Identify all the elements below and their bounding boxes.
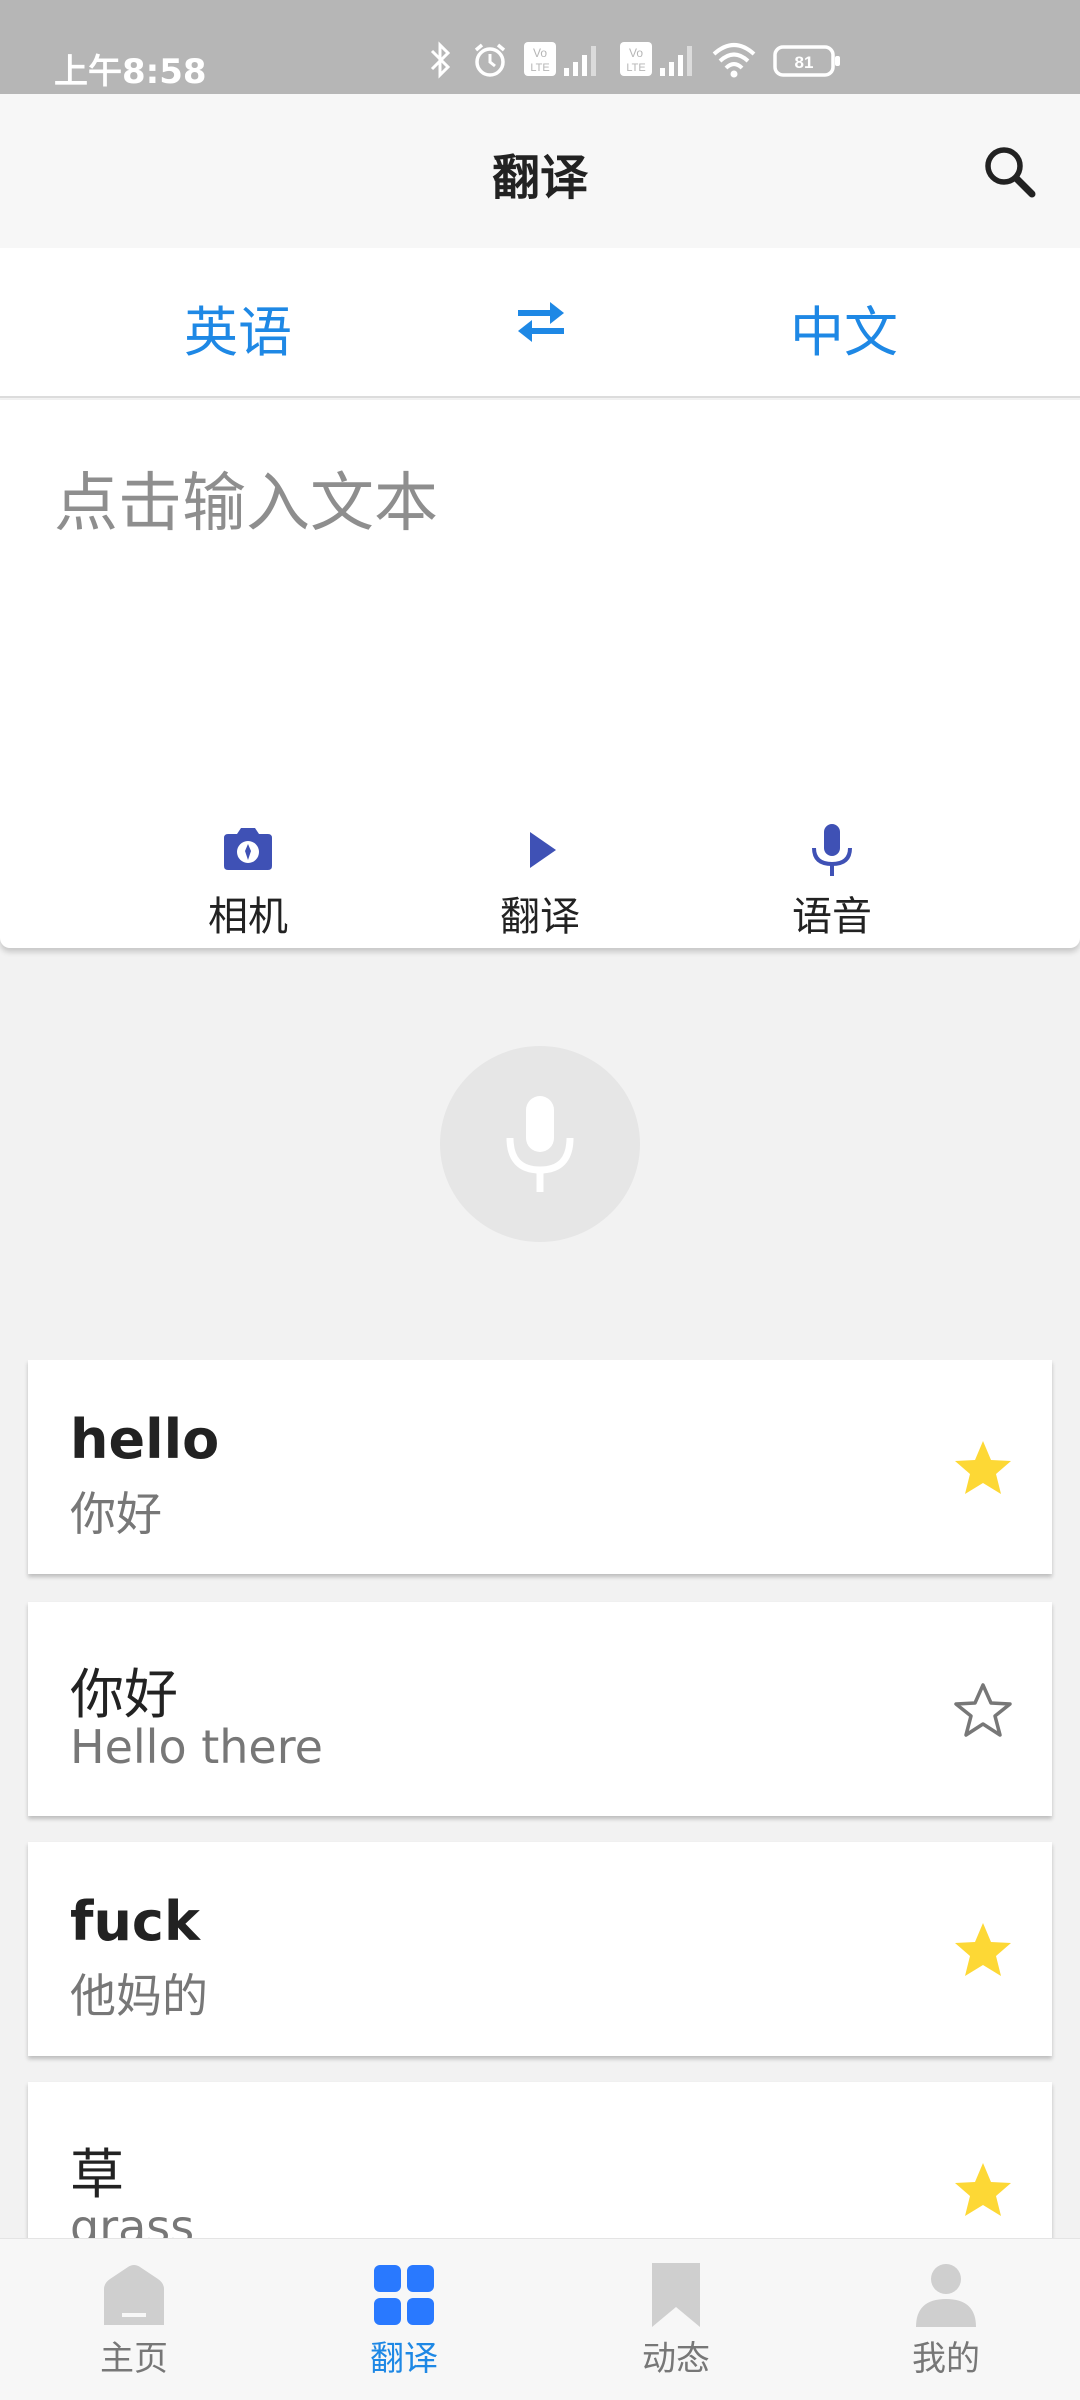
history-source-text: 你好: [70, 1663, 178, 1726]
history-source-text: 草: [70, 2143, 124, 2206]
svg-text:LTE: LTE: [530, 62, 549, 74]
voice-record-button[interactable]: [440, 1046, 640, 1242]
nav-label-translate: 翻译: [370, 2339, 438, 2379]
translate-button[interactable]: 翻译: [460, 820, 620, 940]
person-icon: [916, 2264, 976, 2327]
grid-icon: [374, 2265, 434, 2325]
bottom-navigation: 主页 翻译 动态 我的: [0, 2238, 1080, 2400]
source-language-button[interactable]: 英语: [184, 288, 292, 367]
svg-text:Vo: Vo: [629, 46, 643, 60]
history-source-text: fuck: [70, 1890, 200, 1953]
nav-item-home[interactable]: 主页: [64, 2263, 204, 2393]
star-filled-icon[interactable]: [952, 1920, 1014, 1980]
home-icon: [104, 2265, 164, 2325]
text-input[interactable]: [52, 450, 1032, 750]
input-card: 相机 翻译 语音: [0, 400, 1080, 948]
alarm-icon: [470, 40, 510, 84]
history-item[interactable]: 草 grass: [28, 2082, 1052, 2240]
search-button[interactable]: [976, 138, 1046, 208]
history-item[interactable]: fuck 他妈的: [28, 1842, 1052, 2056]
language-selector: 英语 中文: [0, 248, 1080, 398]
history-item[interactable]: 你好 Hello there: [28, 1602, 1052, 1816]
translation-history: hello 你好 你好 Hello there fuck 他妈的 草 grass: [0, 1360, 1080, 2240]
app-header: 翻译: [0, 94, 1080, 248]
history-source-text: hello: [70, 1408, 220, 1471]
svg-text:Vo: Vo: [533, 46, 547, 60]
target-language-button[interactable]: 中文: [790, 288, 898, 367]
play-icon: [530, 832, 556, 868]
star-filled-icon[interactable]: [952, 2160, 1014, 2220]
battery-icon: 81: [772, 40, 844, 84]
volte-icon: Vo LTE: [522, 40, 558, 82]
svg-text:LTE: LTE: [626, 62, 645, 74]
voice-button[interactable]: 语音: [752, 820, 912, 940]
star-filled-icon[interactable]: [952, 1438, 1014, 1498]
translate-label: 翻译: [500, 894, 580, 940]
bluetooth-icon: [428, 40, 454, 84]
mic-icon: [506, 1096, 574, 1192]
history-translation-text: 他妈的: [70, 1969, 208, 2023]
page-title: 翻译: [491, 150, 588, 206]
status-bar: 上午8:58 Vo LTE Vo LTE 81: [0, 0, 1080, 94]
nav-label-me: 我的: [912, 2339, 980, 2379]
volte-icon: Vo LTE: [618, 40, 654, 82]
camera-icon: [224, 828, 272, 870]
signal-icon: [658, 40, 698, 82]
history-translation-text: 你好: [70, 1487, 162, 1541]
nav-item-translate[interactable]: 翻译: [334, 2263, 474, 2393]
battery-level: 81: [795, 53, 814, 72]
history-item[interactable]: hello 你好: [28, 1360, 1052, 1574]
history-translation-text: grass: [70, 2200, 195, 2240]
search-icon: [985, 147, 1036, 198]
wifi-icon: [710, 40, 758, 84]
signal-icon: [562, 40, 602, 82]
swap-languages-button[interactable]: [508, 292, 574, 352]
status-icons: Vo LTE Vo LTE 81: [428, 40, 848, 84]
history-translation-text: Hello there: [70, 1720, 323, 1774]
mic-icon: [812, 824, 852, 876]
swap-arrows-icon: [518, 302, 564, 342]
camera-button[interactable]: 相机: [168, 820, 328, 940]
nav-label-home: 主页: [100, 2339, 168, 2379]
star-outline-icon[interactable]: [952, 1680, 1014, 1740]
status-time: 上午8:58: [54, 52, 207, 92]
camera-label: 相机: [208, 894, 288, 940]
bookmark-icon: [652, 2263, 700, 2327]
nav-item-me[interactable]: 我的: [876, 2263, 1016, 2393]
nav-item-feed[interactable]: 动态: [606, 2263, 746, 2393]
nav-label-feed: 动态: [642, 2339, 710, 2379]
voice-label: 语音: [792, 894, 872, 940]
